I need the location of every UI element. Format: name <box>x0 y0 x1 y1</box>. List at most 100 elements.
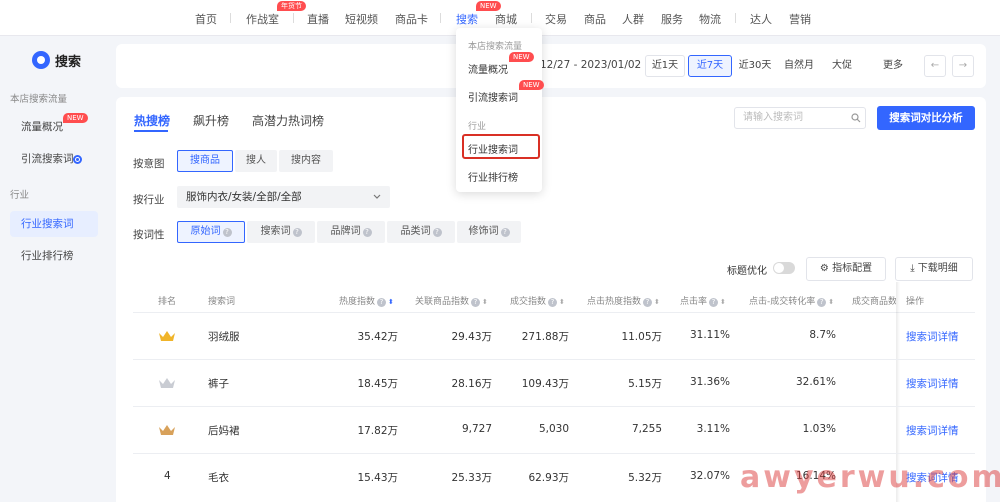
tab-hot[interactable]: 热搜榜 <box>134 112 170 129</box>
nav-trade[interactable]: 交易 <box>545 11 567 27</box>
rank-crown-gold-icon <box>159 331 175 341</box>
search-input[interactable]: 请输入搜索词 <box>734 107 866 129</box>
cell-cvr: 1.03% <box>802 423 836 435</box>
dropdown-item-industry-rank[interactable]: 行业排行榜 <box>468 169 518 184</box>
wordtype-search[interactable]: 搜索词? <box>247 221 315 243</box>
sidebar-badge-new: NEW <box>63 113 88 123</box>
th-word: 搜索词 <box>208 297 236 307</box>
dropdown-item-traffic[interactable]: 引流搜索词 <box>468 89 518 104</box>
divider <box>133 312 975 313</box>
tab-underline <box>134 130 168 132</box>
th-click-heat[interactable]: 点击热度指数? ⬍ <box>587 294 660 307</box>
nav-logistics[interactable]: 物流 <box>699 11 721 27</box>
intent-people[interactable]: 搜人 <box>235 150 277 172</box>
help-icon: ? <box>292 228 302 237</box>
help-icon: ? <box>471 298 481 307</box>
nav-live[interactable]: 直播 <box>307 11 329 27</box>
wordtype-raw[interactable]: 原始词? <box>177 221 245 243</box>
wordtype-modifier[interactable]: 修饰词? <box>457 221 521 243</box>
sort-icon[interactable]: ⬍ <box>559 298 565 306</box>
nav-goods[interactable]: 商品 <box>584 11 606 27</box>
dropdown-badge-new: NEW <box>519 80 544 90</box>
intent-goods[interactable]: 搜商品 <box>177 150 233 172</box>
th-deal[interactable]: 成交指数? ⬍ <box>510 294 565 307</box>
search-icon[interactable] <box>851 113 861 123</box>
search-word-detail-link[interactable]: 搜索词详情 <box>906 376 959 391</box>
cell-goods: 9,727 <box>461 423 492 435</box>
tab-rising[interactable]: 飙升榜 <box>193 112 229 129</box>
nav-warroom[interactable]: 作战室 <box>246 11 279 27</box>
date-range[interactable]: 12/27 - 2023/01/02 <box>540 59 641 71</box>
nav-mall[interactable]: 商城 <box>495 11 517 27</box>
nav-talent[interactable]: 达人 <box>750 11 772 27</box>
download-label: 下载明细 <box>917 263 958 274</box>
date-1d-button[interactable]: 近1天 <box>645 55 685 77</box>
title-optimize-toggle[interactable] <box>773 262 795 274</box>
sidebar-item-traffic[interactable]: 引流搜索词 <box>10 146 98 172</box>
prev-arrow-icon[interactable]: ← <box>924 55 946 77</box>
divider <box>133 453 975 454</box>
nav-service[interactable]: 服务 <box>661 11 683 27</box>
sort-icon[interactable]: ⬍ <box>482 298 488 306</box>
sidebar-group-store: 本店搜索流量 <box>10 94 68 105</box>
date-30d-button[interactable]: 近30天 <box>734 55 776 77</box>
nav-divider <box>531 13 532 23</box>
nav-crowd[interactable]: 人群 <box>622 11 644 27</box>
th-click-heat-label: 点击热度指数 <box>587 297 642 307</box>
nav-home[interactable]: 首页 <box>195 11 217 27</box>
cell-click-heat: 7,255 <box>631 423 662 435</box>
cell-click-heat: 11.05万 <box>621 331 662 343</box>
dropdown-item-flow[interactable]: 流量概况 <box>468 61 508 76</box>
cell-deal: 271.88万 <box>521 331 569 343</box>
th-cvr-label: 点击-成交转化率 <box>749 297 816 307</box>
help-icon: ? <box>709 298 719 307</box>
th-goods[interactable]: 关联商品指数? ⬍ <box>415 294 488 307</box>
metric-config-button[interactable]: ⚙ 指标配置 <box>806 257 886 281</box>
th-ctr[interactable]: 点击率? ⬍ <box>680 294 726 307</box>
sidebar-item-industry-rank[interactable]: 行业排行榜 <box>10 243 98 269</box>
date-7d-button[interactable]: 近7天 <box>688 55 732 77</box>
compare-analysis-button[interactable]: 搜索词对比分析 <box>877 106 975 130</box>
th-cvr[interactable]: 点击-成交转化率? ⬍ <box>749 294 834 307</box>
th-deal-goods: 成交商品数 <box>852 297 896 307</box>
date-more-button[interactable]: 更多 <box>870 55 916 77</box>
cell-word: 羽绒服 <box>208 331 240 343</box>
nav-shortvideo[interactable]: 短视频 <box>345 11 378 27</box>
next-arrow-icon[interactable]: → <box>952 55 974 77</box>
search-word-detail-link[interactable]: 搜索词详情 <box>906 423 959 438</box>
radio-dot-icon <box>73 155 82 164</box>
dropdown-badge-new: NEW <box>509 52 534 62</box>
divider <box>133 359 975 360</box>
nav-goodscard[interactable]: 商品卡 <box>395 11 428 27</box>
help-icon: ? <box>548 298 558 307</box>
industry-label: 按行业 <box>133 194 165 206</box>
nav-marketing[interactable]: 营销 <box>789 11 811 27</box>
help-icon: ? <box>817 298 827 307</box>
rank-crown-bronze-icon <box>159 425 175 435</box>
industry-select[interactable]: 服饰内衣/女装/全部/全部 <box>177 186 390 208</box>
nav-search[interactable]: 搜索 <box>456 11 478 27</box>
wordtype-category[interactable]: 品类词? <box>387 221 455 243</box>
sort-icon[interactable]: ⬍ <box>828 298 834 306</box>
sort-icon[interactable]: ⬍ <box>388 298 394 306</box>
sidebar-item-industry-search[interactable]: 行业搜索词 <box>10 211 98 237</box>
search-word-detail-link[interactable]: 搜索词详情 <box>906 329 959 344</box>
th-ctr-label: 点击率 <box>680 297 708 307</box>
wordtype-search-label: 搜索词 <box>260 226 291 237</box>
cell-cvr: 32.61% <box>795 376 836 388</box>
date-promo-button[interactable]: 大促 <box>824 55 860 77</box>
search-nav-dropdown: 本店搜索流量 流量概况 NEW 引流搜索词 NEW 行业 行业搜索词 行业排行榜 <box>456 28 544 192</box>
date-month-button[interactable]: 自然月 <box>778 55 820 77</box>
rank-crown-silver-icon <box>159 378 175 388</box>
wordtype-brand[interactable]: 品牌词? <box>317 221 385 243</box>
sort-icon[interactable]: ⬍ <box>720 298 726 306</box>
th-heat[interactable]: 热度指数? ⬍ <box>339 294 394 307</box>
help-icon: ? <box>377 298 387 307</box>
tab-potential[interactable]: 高潜力热词榜 <box>252 112 324 129</box>
cell-ctr: 32.07% <box>689 470 730 482</box>
wordtype-category-label: 品类词 <box>400 226 431 237</box>
sort-icon[interactable]: ⬍ <box>654 298 660 306</box>
intent-content[interactable]: 搜内容 <box>279 150 333 172</box>
download-button[interactable]: ⤓ 下载明细 <box>895 257 973 281</box>
cell-goods: 25.33万 <box>451 472 492 484</box>
